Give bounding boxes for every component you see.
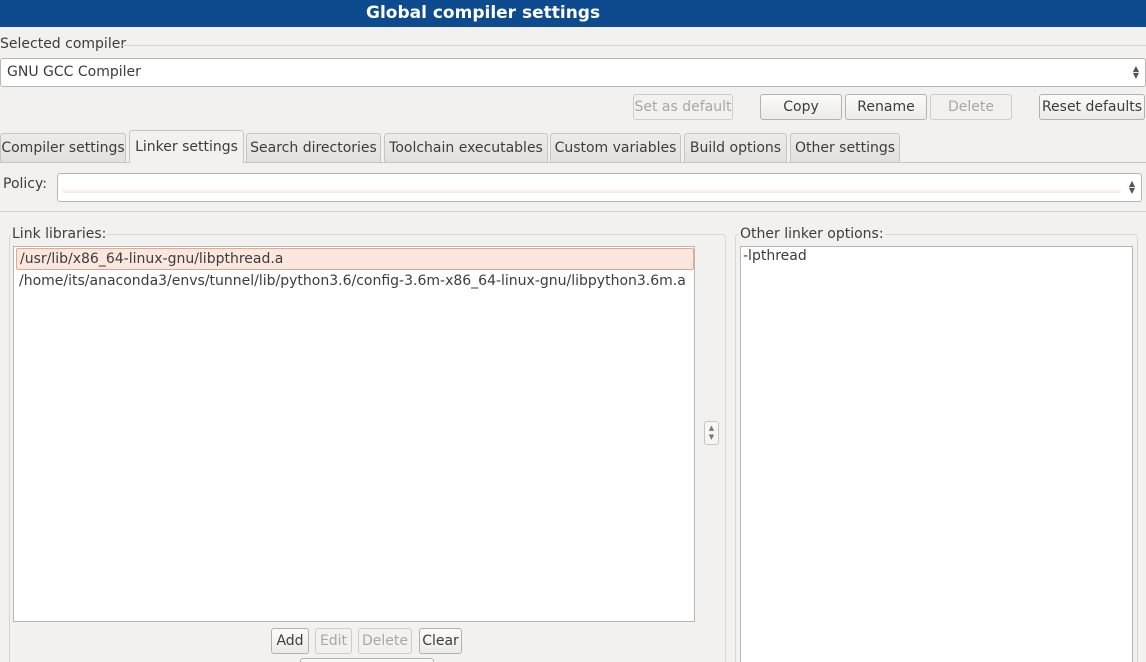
other-linker-options-text: -lpthread xyxy=(743,248,807,264)
selected-compiler-divider xyxy=(122,45,1146,46)
add-library-button[interactable]: Add xyxy=(271,628,309,654)
tab-linker-settings[interactable]: Linker settings xyxy=(129,130,244,163)
tab-other-settings[interactable]: Other settings xyxy=(790,133,900,162)
spin-up-icon[interactable]: ▲ xyxy=(709,424,714,432)
tab-compiler-settings[interactable]: Compiler settings xyxy=(0,133,126,162)
compiler-select[interactable]: GNU GCC Compiler ▲ ▼ xyxy=(0,58,1146,87)
other-linker-options-title: Other linker options: xyxy=(739,226,885,242)
copy-selected-button[interactable] xyxy=(300,658,434,662)
delete-compiler-button[interactable]: Delete xyxy=(930,94,1012,120)
reorder-spin-button[interactable]: ▲ ▼ xyxy=(704,421,719,445)
compiler-select-value: GNU GCC Compiler xyxy=(7,64,141,80)
delete-library-button[interactable]: Delete xyxy=(358,628,412,654)
set-as-default-button[interactable]: Set as default xyxy=(633,94,733,120)
policy-select-stripe xyxy=(62,188,1121,193)
clear-libraries-button[interactable]: Clear xyxy=(419,628,462,654)
combo-arrows-icon: ▲ ▼ xyxy=(1128,179,1135,195)
spin-down-icon[interactable]: ▼ xyxy=(709,433,714,441)
tab-custom-variables[interactable]: Custom variables xyxy=(550,133,681,162)
window-title: Global compiler settings xyxy=(366,3,601,23)
rename-compiler-button[interactable]: Rename xyxy=(845,94,927,120)
list-item[interactable]: /usr/lib/x86_64-linux-gnu/libpthread.a xyxy=(16,248,694,270)
window-titlebar: Global compiler settings xyxy=(0,0,1146,27)
list-item[interactable]: /home/its/anaconda3/envs/tunnel/lib/pyth… xyxy=(16,271,694,293)
selected-compiler-label: Selected compiler xyxy=(0,36,127,52)
policy-label: Policy: xyxy=(3,176,47,192)
reset-defaults-button[interactable]: Reset defaults xyxy=(1039,94,1145,120)
tab-toolchain-executables[interactable]: Toolchain executables xyxy=(384,133,548,162)
policy-divider xyxy=(0,211,1146,212)
tab-build-options[interactable]: Build options xyxy=(684,133,787,162)
link-libraries-list[interactable]: /usr/lib/x86_64-linux-gnu/libpthread.a /… xyxy=(13,246,695,622)
tab-search-directories[interactable]: Search directories xyxy=(246,133,381,162)
copy-compiler-button[interactable]: Copy xyxy=(760,94,842,120)
policy-select[interactable]: ▲ ▼ xyxy=(57,173,1142,202)
link-libraries-title: Link libraries: xyxy=(11,226,108,242)
other-linker-options-textarea[interactable]: -lpthread xyxy=(740,246,1133,662)
edit-library-button[interactable]: Edit xyxy=(315,628,352,654)
combo-arrows-icon: ▲ ▼ xyxy=(1132,64,1139,80)
